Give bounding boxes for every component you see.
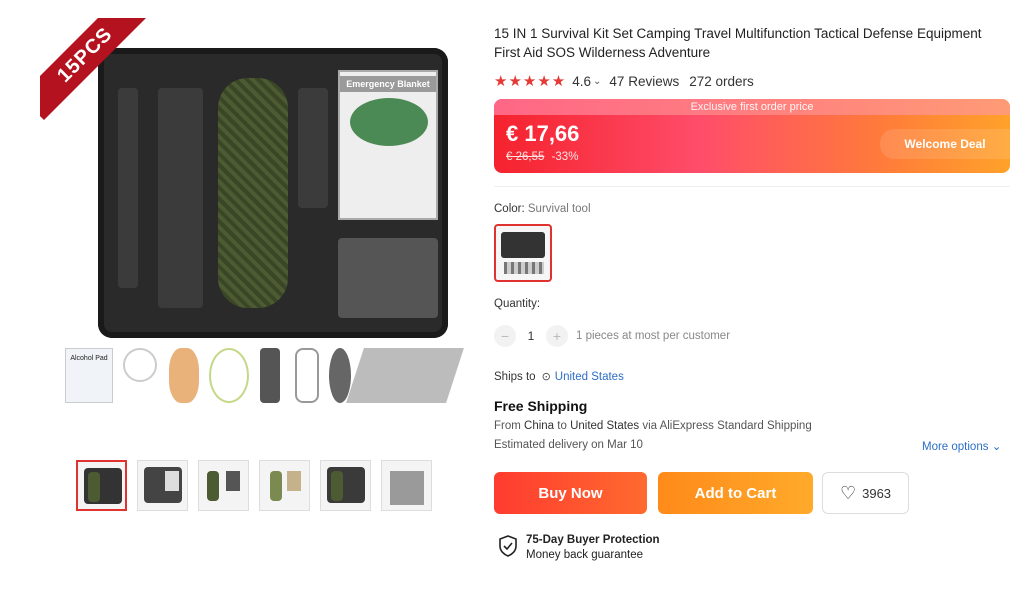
price-original-row: € 26,55 -33% [506, 151, 578, 163]
reviews-link[interactable]: 47 Reviews [609, 74, 679, 89]
more-options-link[interactable]: More options ⌄ [922, 439, 1001, 453]
survival-kit-case: Emergency Blanket [98, 48, 448, 338]
estimated-delivery: Estimated delivery on Mar 10 [494, 439, 643, 451]
fishing-line [123, 348, 157, 382]
protection-text: 75-Day Buyer Protection Money back guara… [526, 533, 660, 563]
heart-icon: ♡ [839, 482, 857, 503]
add-to-cart-button[interactable]: Add to Cart [658, 472, 813, 514]
product-info: 15 IN 1 Survival Kit Set Camping Travel … [494, 24, 1010, 90]
quantity-limit-note: 1 pieces at most per customer [576, 330, 731, 342]
shipping-route: From China to United States via AliExpre… [494, 420, 812, 432]
wire-saw [338, 238, 438, 318]
orders-count: 272 orders [689, 73, 754, 89]
rating-value[interactable]: 4.6 [572, 74, 591, 89]
shield-check-icon [499, 535, 517, 557]
chevron-down-icon[interactable]: ⌄ [593, 76, 601, 87]
blanket-graphic [350, 98, 428, 146]
star-rating-icon: ★★★★★ [494, 73, 567, 90]
color-label-text: Color: [494, 203, 528, 215]
rating-row: ★★★★★ 4.6 ⌄ 47 Reviews 272 orders [494, 72, 1010, 90]
ships-to-destination[interactable]: United States [555, 371, 624, 383]
buyer-protection: 75-Day Buyer Protection Money back guara… [498, 533, 660, 563]
price-banner: Exclusive first order price € 17,66 € 26… [494, 99, 1010, 173]
free-shipping-heading: Free Shipping [494, 398, 588, 414]
quantity-label: Quantity: [494, 298, 541, 310]
accessory-row: Alcohol Pad [65, 348, 465, 408]
fishing-lure [169, 348, 199, 403]
ships-to-row: Ships to ⊙ United States [494, 370, 624, 384]
product-title: 15 IN 1 Survival Kit Set Camping Travel … [494, 26, 982, 60]
first-order-banner: Exclusive first order price [494, 99, 1010, 115]
blanket-title: Emergency Blanket [340, 76, 436, 92]
safety-pins [295, 348, 319, 403]
protection-title: 75-Day Buyer Protection [526, 534, 660, 546]
welcome-deal-badge: Welcome Deal [880, 129, 1010, 159]
location-pin-icon: ⊙ [541, 371, 551, 383]
pen-tool [118, 88, 138, 288]
ships-to-label: Ships to [494, 370, 536, 383]
chevron-down-icon: ⌄ [991, 441, 1002, 453]
shipping-method: via AliExpress Standard Shipping [639, 420, 812, 432]
wishlist-count: 3963 [862, 485, 892, 501]
thumbnail-1[interactable] [76, 460, 127, 511]
thumbnail-5[interactable] [320, 460, 371, 511]
color-label: Color: Survival tool [494, 203, 591, 215]
from-prefix: From [494, 420, 525, 432]
discount-percent: -33% [551, 151, 579, 163]
thumbnail-2[interactable] [137, 460, 188, 511]
more-options-label: More options [922, 441, 989, 453]
buy-now-button[interactable]: Buy Now [494, 472, 647, 514]
increase-quantity-button[interactable]: + [546, 325, 568, 347]
color-option-survival-tool[interactable] [494, 224, 552, 282]
foil-blanket [346, 348, 464, 403]
swivels [260, 348, 280, 403]
protection-subtitle: Money back guarantee [526, 549, 643, 561]
color-value: Survival tool [527, 203, 591, 215]
spork-tool [158, 88, 203, 308]
decrease-quantity-button[interactable]: − [494, 325, 516, 347]
origin-country: China [524, 420, 555, 432]
thumbnail-strip [76, 460, 432, 511]
alcohol-pad: Alcohol Pad [65, 348, 113, 403]
destination-country: United States [570, 420, 640, 432]
quantity-stepper: − 1 + 1 pieces at most per customer [494, 325, 730, 347]
main-product-image[interactable]: Emergency Blanket 15PCS Alcohol Pad [40, 18, 470, 428]
emergency-blanket-pack: Emergency Blanket [338, 70, 438, 220]
wishlist-button[interactable]: ♡ 3963 [822, 472, 909, 514]
thumbnail-6[interactable] [381, 460, 432, 511]
to-word: to [554, 420, 571, 432]
thumbnail-3[interactable] [198, 460, 249, 511]
divider [494, 186, 1010, 187]
thumbnail-4[interactable] [259, 460, 310, 511]
original-price: € 26,55 [506, 151, 545, 163]
current-price: € 17,66 [506, 121, 580, 146]
paracord-rope [218, 78, 288, 308]
quantity-value[interactable]: 1 [516, 329, 546, 343]
flashlight [298, 88, 328, 208]
fishing-hooks [209, 348, 249, 403]
